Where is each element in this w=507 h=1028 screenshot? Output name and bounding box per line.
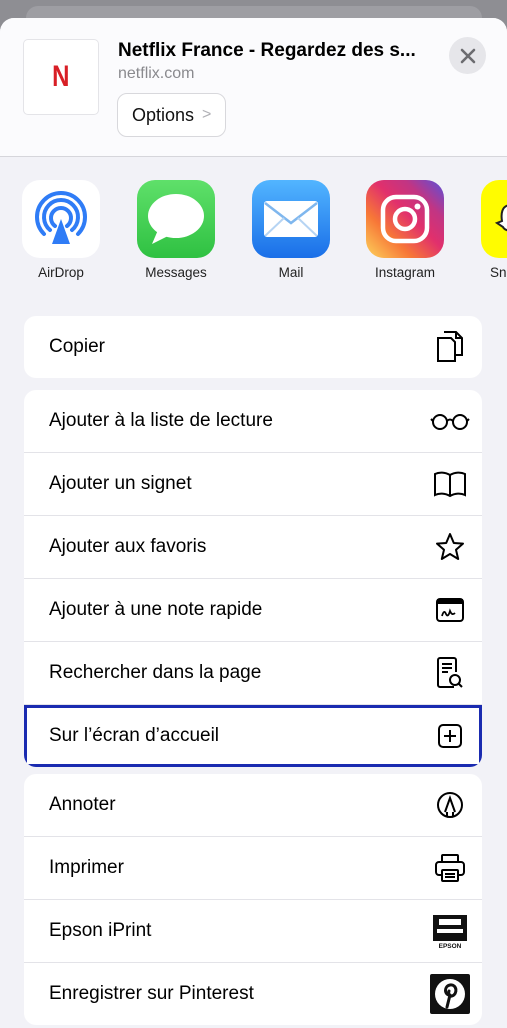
share-sheet: N Netflix France - Regardez des s... net… <box>0 18 507 1028</box>
action-group-safari: Ajouter à la liste de lecture Ajouter un… <box>24 390 482 767</box>
airdrop-icon <box>22 180 100 258</box>
action-add-to-home-screen[interactable]: Sur l’écran d’accueil <box>24 705 482 767</box>
snapchat-icon <box>481 180 507 258</box>
glasses-icon <box>430 401 470 441</box>
app-snapchat[interactable]: Sn <box>465 180 507 280</box>
netflix-logo-letter: N <box>52 60 70 93</box>
close-button[interactable] <box>449 37 486 74</box>
find-in-page-icon <box>430 653 470 693</box>
instagram-icon <box>366 180 444 258</box>
quick-note-icon <box>430 590 470 630</box>
action-favorites[interactable]: Ajouter aux favoris <box>24 516 482 579</box>
action-label: Ajouter un signet <box>49 473 192 494</box>
book-icon <box>430 464 470 504</box>
action-label: Ajouter à la liste de lecture <box>49 410 273 431</box>
action-group-more: Annoter Imprimer Epson iPrint EPSON Enre… <box>24 774 482 1025</box>
app-instagram[interactable]: Instagram <box>350 180 460 280</box>
markup-pen-icon <box>430 785 470 825</box>
action-label: Sur l’écran d’accueil <box>49 725 220 746</box>
share-header: N Netflix France - Regardez des s... net… <box>0 18 507 157</box>
messages-icon <box>137 180 215 258</box>
action-copy[interactable]: Copier <box>24 316 482 378</box>
app-airdrop[interactable]: AirDrop <box>6 180 116 280</box>
pinterest-icon <box>430 974 470 1014</box>
app-label: Sn <box>490 265 507 280</box>
action-bookmark[interactable]: Ajouter un signet <box>24 453 482 516</box>
printer-icon <box>430 848 470 888</box>
app-label: Messages <box>145 265 207 280</box>
site-thumbnail: N <box>24 40 98 114</box>
app-mail[interactable]: Mail <box>236 180 346 280</box>
action-label: Copier <box>49 336 105 357</box>
page-title: Netflix France - Regardez des s... <box>118 40 416 61</box>
action-label: Ajouter aux favoris <box>49 536 207 557</box>
app-label: AirDrop <box>38 265 84 280</box>
action-label: Ajouter à une note rapide <box>49 599 263 620</box>
copy-icon <box>430 327 470 367</box>
options-label: Options <box>132 104 195 125</box>
action-print[interactable]: Imprimer <box>24 837 482 900</box>
action-reading-list[interactable]: Ajouter à la liste de lecture <box>24 390 482 453</box>
app-label: Instagram <box>374 265 436 280</box>
action-quick-note[interactable]: Ajouter à une note rapide <box>24 579 482 642</box>
chevron-right-icon: > <box>202 106 212 123</box>
star-icon <box>430 527 470 567</box>
epson-icon: EPSON <box>430 911 470 951</box>
action-pinterest[interactable]: Enregistrer sur Pinterest <box>24 963 482 1025</box>
close-icon <box>460 48 475 63</box>
app-label: Mail <box>278 265 304 280</box>
action-find-in-page[interactable]: Rechercher dans la page <box>24 642 482 705</box>
app-messages[interactable]: Messages <box>121 180 231 280</box>
page-domain: netflix.com <box>118 65 195 82</box>
share-apps-row: AirDrop Messages Mail Instagram Sn <box>0 180 507 290</box>
mail-icon <box>252 180 330 258</box>
action-label: Epson iPrint <box>49 920 152 941</box>
action-label: Rechercher dans la page <box>49 662 262 683</box>
action-group-copy: Copier <box>24 316 482 378</box>
add-square-icon <box>430 716 470 756</box>
action-epson-iprint[interactable]: Epson iPrint EPSON <box>24 900 482 963</box>
epson-icon-text: EPSON <box>439 943 462 950</box>
action-label: Enregistrer sur Pinterest <box>49 983 254 1004</box>
action-markup[interactable]: Annoter <box>24 774 482 837</box>
action-label: Annoter <box>49 794 116 815</box>
action-label: Imprimer <box>49 857 124 878</box>
options-button[interactable]: Options > <box>117 93 227 137</box>
